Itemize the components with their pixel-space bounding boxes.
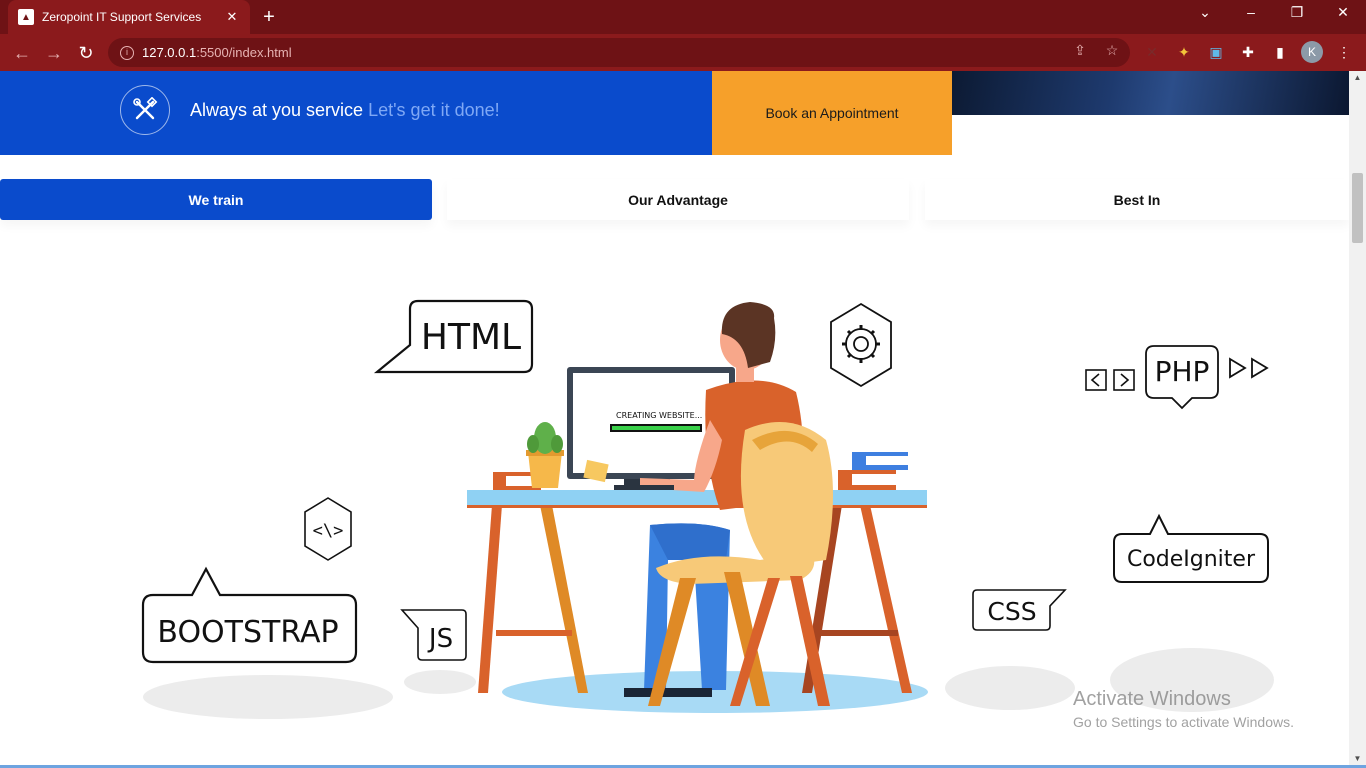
html-label: HTML (421, 317, 521, 358)
books-right-icon (838, 452, 908, 490)
site-info-icon[interactable]: i (120, 45, 134, 60)
css-bubble: CSS (972, 589, 1067, 631)
banner-text-accent: Let's get it done! (368, 100, 500, 120)
gear-icon (830, 302, 892, 388)
bootstrap-label: BOOTSTRAP (157, 615, 338, 650)
tab-title: Zeropoint IT Support Services (42, 10, 202, 24)
banner-tagline: Always at you service Let's get it done! (190, 100, 500, 121)
bootstrap-bubble: BOOTSTRAP (141, 566, 358, 664)
bookmark-star-icon[interactable]: ☆ (1102, 40, 1122, 60)
extension-x-icon[interactable]: ✕ (1142, 42, 1162, 62)
training-tabs: We train Our Advantage Best In (0, 179, 1349, 221)
profile-avatar[interactable]: K (1301, 41, 1323, 63)
tools-icon (120, 85, 170, 135)
service-banner: Always at you service Let's get it done! (0, 71, 712, 155)
js-bubble: JS (400, 609, 467, 661)
desk-top (467, 490, 927, 505)
address-bar[interactable]: i 127.0.0.1:5500/index.html (108, 38, 1130, 67)
tab-search-icon[interactable]: ⌄ (1182, 4, 1228, 21)
monitor-text: CREATING WEBSITE... (616, 411, 702, 420)
js-label: JS (427, 624, 453, 654)
close-window-icon[interactable]: ✕ (1320, 4, 1366, 21)
php-label: PHP (1155, 355, 1210, 388)
banner-text-main: Always at you service (190, 100, 364, 120)
codeigniter-bubble: CodeIgniter (1113, 513, 1269, 583)
tab-best-in[interactable]: Best In (925, 179, 1349, 220)
desk-edge (467, 505, 927, 508)
plant-pot-icon (526, 422, 564, 488)
share-icon[interactable]: ⇪ (1070, 40, 1090, 60)
reload-icon[interactable]: ↻ (74, 41, 98, 65)
scroll-up-icon[interactable]: ▲ (1349, 71, 1366, 85)
url-path: :5500/index.html (196, 45, 292, 60)
menu-kebab-icon[interactable]: ⋮ (1334, 42, 1354, 62)
watermark-subtitle: Go to Settings to activate Windows. (1073, 714, 1294, 730)
back-icon[interactable]: ← (10, 41, 34, 65)
restore-icon[interactable]: ❐ (1274, 4, 1320, 21)
page-scrollbar[interactable]: ▲ ▼ (1349, 71, 1366, 768)
scroll-thumb[interactable] (1352, 173, 1363, 243)
extensions-puzzle-icon[interactable]: ✚ (1238, 42, 1258, 62)
scroll-down-icon[interactable]: ▼ (1349, 752, 1366, 766)
watermark-title: Activate Windows (1073, 688, 1231, 710)
tab-close-icon[interactable]: ✕ (224, 9, 240, 25)
url-host: 127.0.0.1 (142, 45, 197, 60)
browser-tab-strip: ▲ Zeropoint IT Support Services ✕ + ⌄ – … (0, 0, 1366, 34)
css-label: CSS (987, 597, 1036, 626)
next-arrow-box-icon (1113, 369, 1135, 391)
minimize-icon[interactable]: – (1228, 4, 1274, 20)
hero-laptop-image (952, 71, 1349, 115)
extension-color-icon[interactable]: ✦ (1174, 42, 1194, 62)
site-favicon-icon: ▲ (18, 9, 34, 25)
new-tab-button[interactable]: + (258, 6, 280, 28)
extension-cast-icon[interactable]: ▣ (1206, 42, 1226, 62)
windows-activation-watermark: Activate Windows Go to Settings to activ… (1073, 688, 1294, 730)
tab-our-advantage[interactable]: Our Advantage (447, 179, 909, 220)
html-bubble: HTML (373, 299, 534, 374)
side-panel-icon[interactable]: ▮ (1270, 42, 1290, 62)
page-viewport: Always at you service Let's get it done!… (0, 71, 1349, 768)
code-symbol-label: <\> (313, 521, 344, 541)
code-hexagon-icon: <\> (304, 497, 352, 561)
browser-tab[interactable]: ▲ Zeropoint IT Support Services ✕ (8, 0, 250, 34)
book-appointment-button[interactable]: Book an Appointment (712, 71, 952, 155)
tab-we-train[interactable]: We train (0, 179, 432, 220)
play-arrows-icon (1229, 357, 1269, 379)
codeigniter-label: CodeIgniter (1127, 547, 1256, 572)
prev-arrow-box-icon (1085, 369, 1107, 391)
forward-icon[interactable]: → (42, 41, 66, 65)
php-bubble: PHP (1085, 345, 1269, 410)
